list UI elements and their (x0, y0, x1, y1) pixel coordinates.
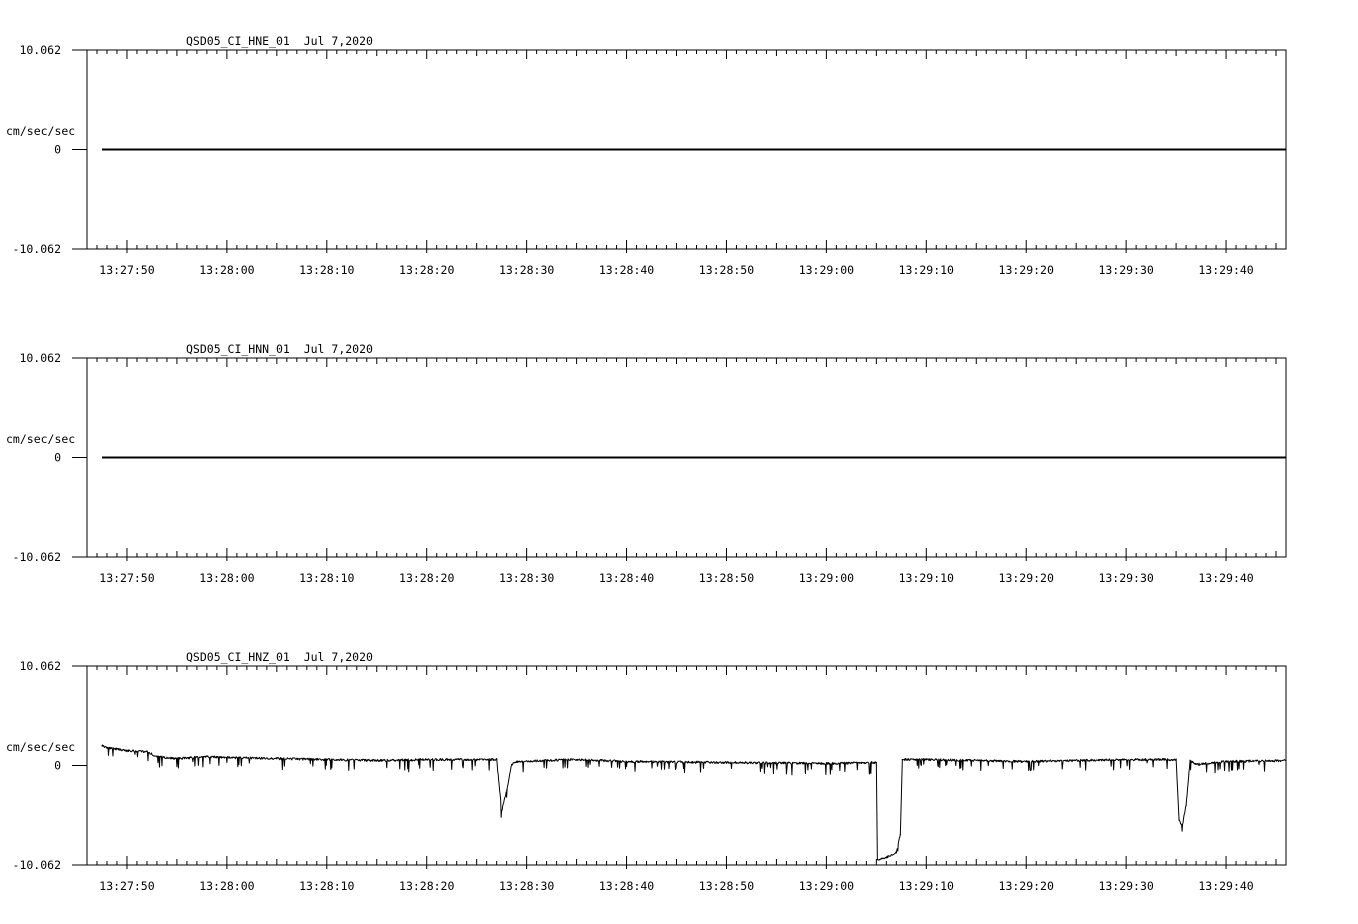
panel-title: QSD05_CI_HNN_01 Jul 7,2020 (186, 342, 373, 356)
seismogram-panel: QSD05_CI_HNE_01 Jul 7,2020 10.062 0 -10.062… (6, 34, 1286, 277)
data-point (106, 747, 107, 748)
seismogram-panel: QSD05_CI_HNN_01 Jul 7,2020 10.062 0 -10.062… (6, 342, 1286, 585)
x-tick-label: 13:29:10 (899, 571, 954, 585)
x-tick-label: 13:28:30 (499, 879, 554, 893)
data-point (826, 763, 827, 764)
data-point (326, 759, 327, 760)
panel-title: QSD05_CI_HNZ_01 Jul 7,2020 (186, 650, 373, 664)
data-point (501, 810, 502, 811)
trace-series (101, 745, 1286, 860)
data-point (926, 759, 927, 760)
y-tick-label: -10.062 (13, 242, 61, 256)
x-tick-label: 13:29:40 (1198, 263, 1253, 277)
x-tick-label: 13:29:00 (799, 263, 854, 277)
y-axis-label: cm/sec/sec (6, 124, 75, 138)
x-tick-label: 13:28:20 (399, 879, 454, 893)
data-point (876, 762, 877, 763)
data-point (176, 758, 177, 759)
data-point (902, 759, 903, 760)
data-point (1225, 761, 1226, 762)
data-point (626, 761, 627, 762)
x-tick-label: 13:28:20 (399, 263, 454, 277)
data-point (146, 751, 147, 752)
y-tick-label: 10.062 (19, 351, 61, 365)
data-point (206, 756, 207, 757)
y-tick-label: 0 (54, 143, 61, 157)
x-tick-label: 13:29:20 (999, 571, 1054, 585)
x-tick-label: 13:29:40 (1198, 571, 1253, 585)
data-point (1026, 761, 1027, 762)
data-point (226, 757, 227, 758)
data-point (1178, 819, 1179, 820)
x-tick-label: 13:28:10 (299, 879, 354, 893)
data-point (1175, 759, 1176, 760)
y-tick-label: 0 (54, 451, 61, 465)
y-tick-label: -10.062 (13, 550, 61, 564)
data-point (496, 759, 497, 760)
x-tick-label: 13:29:30 (1098, 263, 1153, 277)
x-tick-label: 13:28:00 (199, 879, 254, 893)
data-point (376, 760, 377, 761)
x-tick-label: 13:27:50 (99, 879, 154, 893)
x-tick-label: 13:29:20 (999, 879, 1054, 893)
y-tick-label: 10.062 (19, 659, 61, 673)
x-tick-label: 13:28:40 (599, 571, 654, 585)
x-tick-label: 13:28:50 (699, 263, 754, 277)
data-point (426, 759, 427, 760)
data-point (726, 762, 727, 763)
data-point (156, 756, 157, 757)
x-tick-label: 13:29:30 (1098, 879, 1153, 893)
data-point (1126, 759, 1127, 760)
x-tick-label: 13:29:10 (899, 879, 954, 893)
y-tick-label: -10.062 (13, 858, 61, 872)
x-tick-label: 13:28:50 (699, 571, 754, 585)
x-tick-label: 13:28:30 (499, 571, 554, 585)
x-tick-label: 13:27:50 (99, 263, 154, 277)
x-tick-label: 13:29:10 (899, 263, 954, 277)
x-tick-label: 13:28:30 (499, 263, 554, 277)
panel-title: QSD05_CI_HNE_01 Jul 7,2020 (186, 34, 373, 48)
data-point (886, 857, 887, 858)
data-point (276, 758, 277, 759)
x-tick-label: 13:28:50 (699, 879, 754, 893)
data-point (1189, 760, 1190, 761)
x-tick-label: 13:28:00 (199, 571, 254, 585)
data-point (576, 759, 577, 760)
x-tick-label: 13:28:20 (399, 571, 454, 585)
x-tick-label: 13:28:10 (299, 263, 354, 277)
data-point (1185, 804, 1186, 805)
x-tick-label: 13:29:30 (1098, 571, 1153, 585)
data-point (511, 764, 512, 765)
x-tick-label: 13:28:40 (599, 879, 654, 893)
plot-frame (87, 666, 1286, 865)
data-point (877, 859, 878, 860)
x-tick-label: 13:29:20 (999, 263, 1054, 277)
data-point (1285, 760, 1286, 761)
y-tick-label: 10.062 (19, 43, 61, 57)
x-tick-label: 13:28:00 (199, 263, 254, 277)
data-point (900, 834, 901, 835)
x-tick-label: 13:29:40 (1198, 879, 1253, 893)
seismogram-figure: QSD05_CI_HNE_01 Jul 7,2020 10.062 0 -10.062… (0, 0, 1358, 924)
data-point (516, 761, 517, 762)
x-tick-label: 13:28:10 (299, 571, 354, 585)
seismogram-panel: QSD05_CI_HNZ_01 Jul 7,2020 10.062 0 -10.062… (6, 650, 1287, 893)
data-point (126, 750, 127, 751)
data-point (1195, 764, 1196, 765)
x-tick-label: 13:28:40 (599, 263, 654, 277)
data-point (896, 852, 897, 853)
y-tick-label: 0 (54, 759, 61, 773)
y-axis-label: cm/sec/sec (6, 740, 75, 754)
data-point (1181, 826, 1182, 827)
x-tick-label: 13:27:50 (99, 571, 154, 585)
y-axis-label: cm/sec/sec (6, 432, 75, 446)
x-tick-label: 13:29:00 (799, 571, 854, 585)
data-point (101, 745, 102, 746)
trace-line (102, 745, 1286, 860)
data-point (506, 790, 507, 791)
x-tick-label: 13:29:00 (799, 879, 854, 893)
